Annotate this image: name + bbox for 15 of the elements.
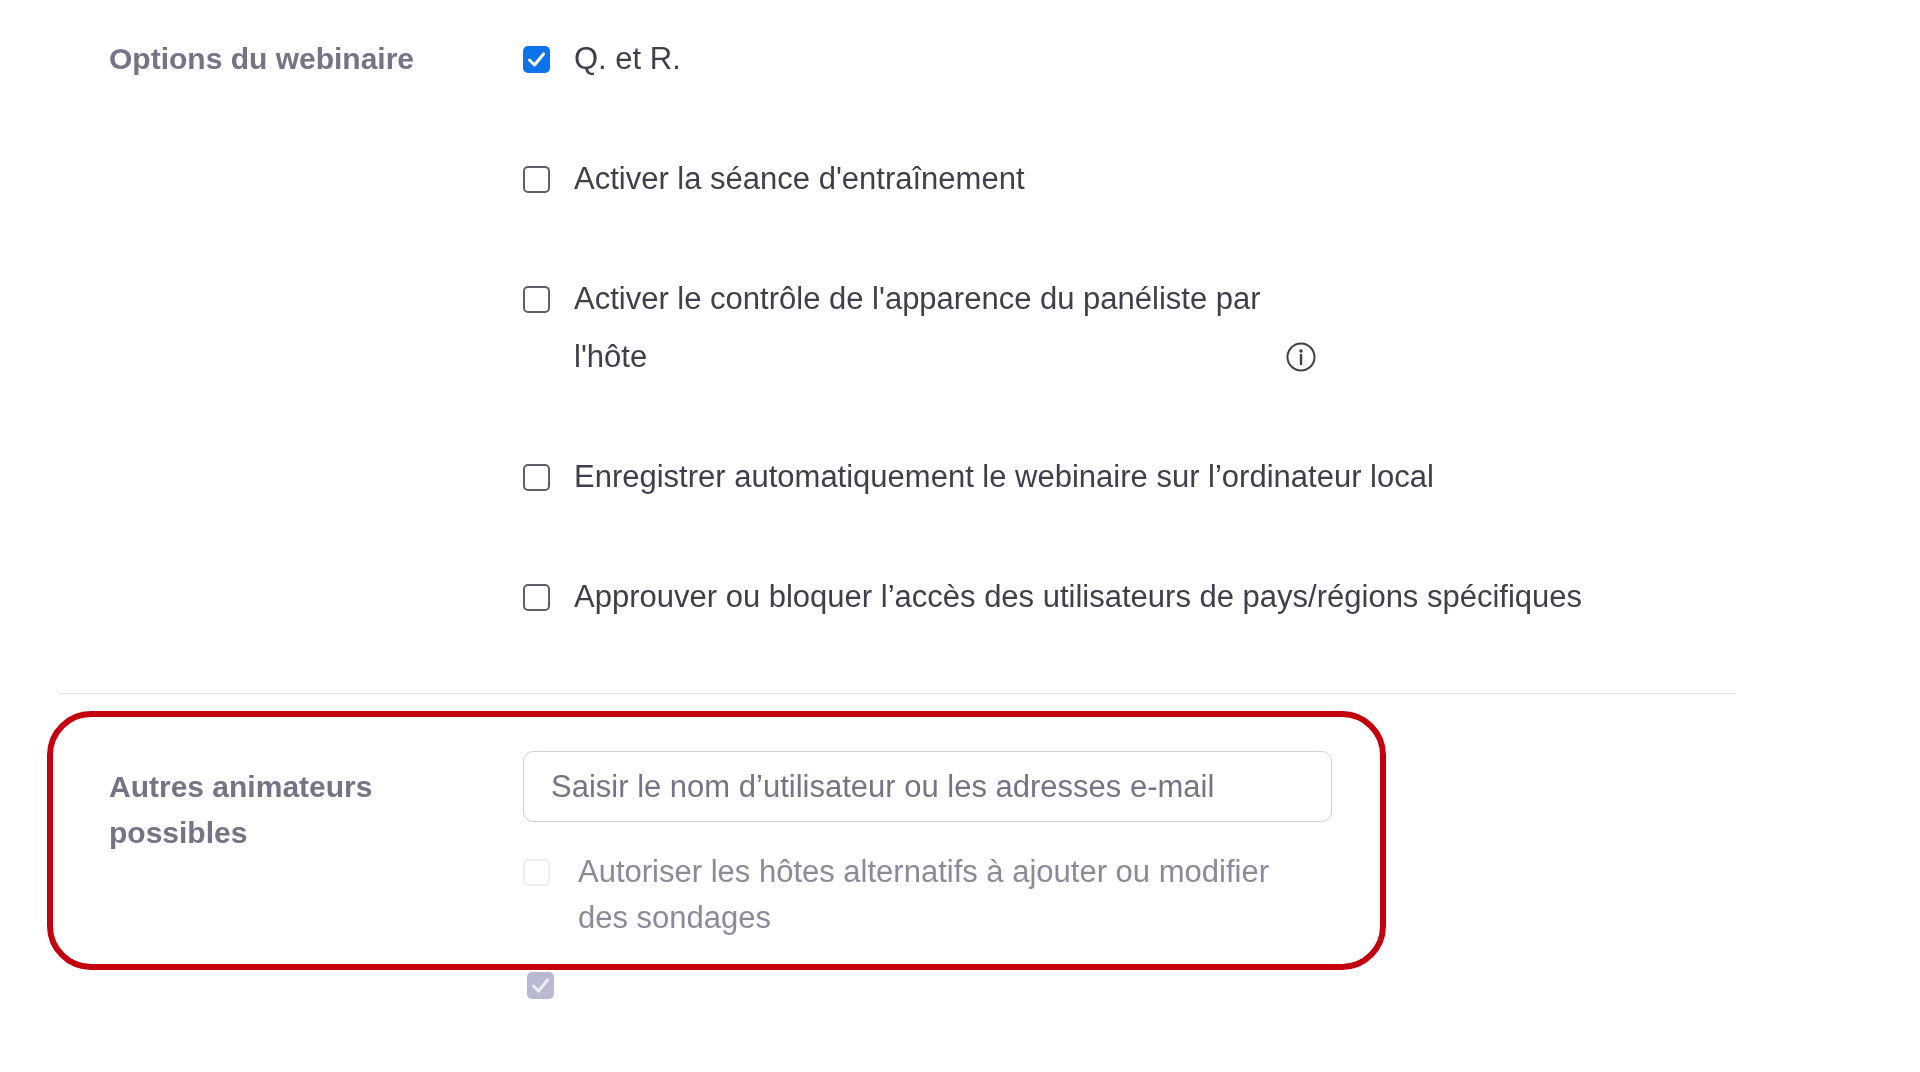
option-label: Activer le contrôle de l'apparence du panéliste par l'hôte (574, 280, 1262, 376)
option-label: Enregistrer automatiquement le webinaire sur l’ordinateur local (574, 458, 1434, 496)
field-label: Autres animateurs possibles (109, 769, 374, 851)
option-label: Autoriser les hôtes alternatifs à ajouter ou modifier des sondages (578, 853, 1270, 937)
email-field[interactable]: Saisir le nom d’utilisateur ou les adresses e-mail (523, 751, 1332, 822)
checkbox[interactable] (523, 46, 550, 73)
option-label: Activer la séance d'entraînement (574, 160, 1025, 198)
option-label: Approuver ou bloquer l’accès des utilisateurs de pays/régions spécifiques (574, 578, 1583, 616)
section-label: Options du webinaire (109, 41, 415, 77)
option-label: Q. et R. (574, 40, 681, 78)
checkbox[interactable] (523, 464, 550, 491)
checkbox[interactable] (523, 584, 550, 611)
checkbox[interactable] (523, 166, 550, 193)
checkbox[interactable] (523, 286, 550, 313)
info-icon[interactable] (1286, 342, 1316, 372)
